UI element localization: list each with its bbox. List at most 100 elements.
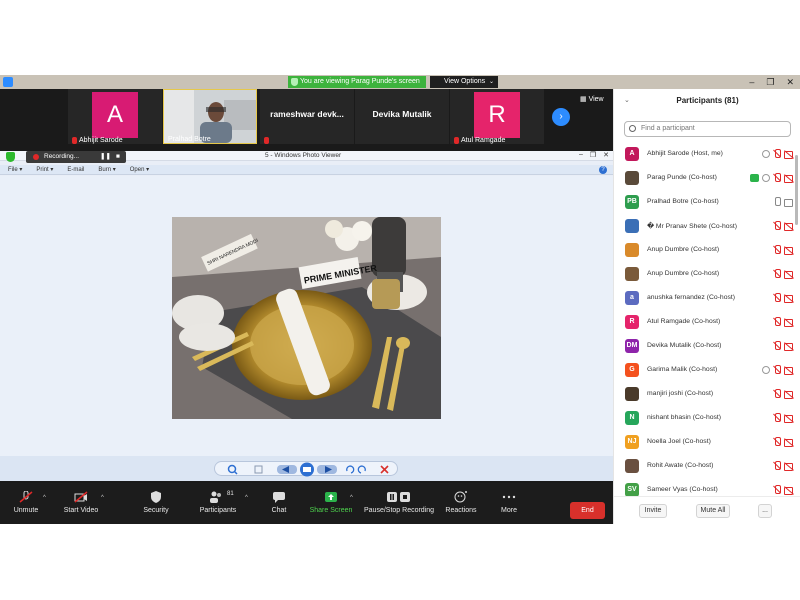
pause-recording-button[interactable]: ❚❚ [100,151,111,163]
video-off-icon[interactable] [784,342,794,351]
video-off-icon[interactable] [784,270,794,279]
participant-row[interactable]: Rohit Awate (Co-host) [614,455,794,479]
mic-muted-icon[interactable] [773,365,781,374]
mic-icon[interactable] [773,197,781,206]
menu-burn[interactable]: Burn ▾ [98,165,115,174]
mic-muted-icon[interactable] [773,485,781,494]
video-off-icon[interactable] [784,222,794,231]
video-off-icon[interactable] [784,246,794,255]
video-tile-devika[interactable]: Devika Mutalik [355,89,449,144]
video-tile-atul[interactable]: R Atul Ramgade [450,89,544,144]
video-off-icon[interactable] [784,150,794,159]
zoom-icon[interactable] [227,464,238,475]
collapse-chevron-icon[interactable]: ⌄ [624,89,630,113]
delete-icon[interactable] [380,465,389,474]
actual-size-icon[interactable] [254,465,263,474]
video-tile-rameshwar[interactable]: rameshwar devk... [260,89,354,144]
participant-row[interactable]: R Atul Ramgade (Co-host) [614,311,794,335]
participants-caret-icon[interactable]: ^ [245,495,248,501]
video-off-icon[interactable] [784,438,794,447]
recording-icon[interactable] [762,149,770,158]
scrollbar-thumb[interactable] [795,155,798,225]
video-off-icon[interactable] [784,174,794,183]
share-screen-button[interactable]: Share Screen [309,483,353,524]
security-button[interactable]: Security [138,483,174,524]
photo-image: PRIME MINISTER SHRI NARENDRA MODI [172,217,441,419]
invite-button[interactable]: Invite [639,504,667,518]
video-off-icon[interactable] [784,390,794,399]
participant-search-input[interactable]: Find a participant [624,121,791,137]
video-tile-abhijit[interactable]: A Abhijit Sarode [68,89,162,144]
reactions-button[interactable]: Reactions [445,483,477,524]
participant-row[interactable]: � Mr Pranav Shete (Co-host) [614,215,794,239]
minimize-button[interactable]: – [579,151,583,159]
mic-muted-icon[interactable] [773,293,781,302]
more-button[interactable]: More [496,483,522,524]
rotate-left-icon[interactable] [346,465,355,474]
mic-muted-icon[interactable] [773,269,781,278]
mic-muted-icon[interactable] [773,437,781,446]
participant-row[interactable]: PB Pralhad Botre (Co-host) [614,191,794,215]
mute-all-button[interactable]: Mute All [696,504,730,518]
video-icon[interactable] [784,198,794,207]
participant-row[interactable]: Anup Dumbre (Co-host) [614,239,794,263]
menu-file[interactable]: File ▾ [8,165,22,174]
video-tile-pralhad[interactable]: Pralhad Botre [163,89,257,144]
next-page-arrow-icon[interactable]: › [552,108,570,126]
audio-options-caret-icon[interactable]: ^ [43,495,46,501]
mic-muted-icon[interactable] [773,245,781,254]
video-off-icon[interactable] [784,318,794,327]
close-button[interactable]: ✕ [603,151,609,159]
slideshow-icon[interactable] [300,462,314,477]
next-icon[interactable] [317,465,337,474]
recording-icon[interactable] [762,365,770,374]
mic-muted-icon[interactable] [773,413,781,422]
mic-muted-icon[interactable] [773,149,781,158]
screen-share-icon[interactable] [750,173,759,182]
view-options-button[interactable]: View Options ⌄ [430,76,498,88]
mic-muted-icon[interactable] [773,173,781,182]
minimize-button[interactable]: – [749,75,754,89]
share-options-caret-icon[interactable]: ^ [350,495,353,501]
previous-icon[interactable] [277,465,297,474]
participant-row[interactable]: Nnishant bhasin (Co-host) [614,407,794,431]
participant-row[interactable]: a anushka fernandez (Co-host) [614,287,794,311]
stop-recording-button[interactable]: ■ [116,151,120,163]
close-button[interactable]: ✕ [786,75,794,89]
mic-muted-icon[interactable] [773,461,781,470]
video-off-icon[interactable] [784,462,794,471]
end-meeting-button[interactable]: End [570,502,605,519]
menu-open[interactable]: Open ▾ [130,165,149,174]
mic-muted-icon[interactable] [773,389,781,398]
video-off-icon[interactable] [784,414,794,423]
participant-row[interactable]: Parag Punde (Co-host) [614,167,794,191]
recording-icon[interactable] [762,173,770,182]
panel-more-button[interactable]: ... [758,504,772,518]
participant-row[interactable]: NJ Noella Joel (Co-host) [614,431,794,455]
video-off-icon[interactable] [784,294,794,303]
participant-row[interactable]: G Garima Malik (Co-host) [614,359,794,383]
participant-row[interactable]: Anup Dumbre (Co-host) [614,263,794,287]
unmute-button[interactable]: Unmute [8,483,44,524]
help-icon[interactable]: ? [599,166,607,174]
rotate-right-icon[interactable] [357,465,366,474]
participants-button[interactable]: 81 Participants [197,483,239,524]
view-button[interactable]: ▦ View [580,95,604,103]
maximize-button[interactable]: ❐ [766,75,774,89]
participant-list-scrollbar[interactable] [795,141,798,521]
participant-row[interactable]: manjiri joshi (Co-host) [614,383,794,407]
maximize-button[interactable]: ❐ [590,151,596,159]
participant-row[interactable]: DM Devika Mutalik (Co-host) [614,335,794,359]
mic-muted-icon[interactable] [773,221,781,230]
mic-muted-icon[interactable] [773,317,781,326]
menu-print[interactable]: Print ▾ [36,165,53,174]
menu-email[interactable]: E-mail [67,165,84,174]
video-options-caret-icon[interactable]: ^ [101,495,104,501]
start-video-button[interactable]: Start Video [60,483,102,524]
mic-muted-icon[interactable] [773,341,781,350]
video-off-icon[interactable] [784,366,794,375]
pause-stop-recording-button[interactable]: Pause/Stop Recording [364,483,434,524]
participant-row[interactable]: A Abhijit Sarode (Host, me) [614,143,794,167]
chat-button[interactable]: Chat [265,483,293,524]
video-off-icon[interactable] [784,486,794,495]
